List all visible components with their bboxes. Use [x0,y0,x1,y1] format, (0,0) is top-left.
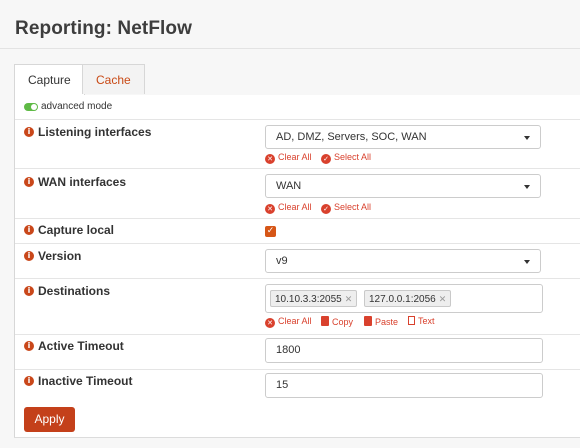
capture-local-checkbox[interactable]: ✓ [265,226,276,237]
apply-button[interactable]: Apply [24,407,75,432]
remove-icon[interactable]: ✕ [345,294,353,304]
clear-icon: ✕ [265,318,275,328]
inactive-timeout-input[interactable]: 15 [265,373,543,398]
advanced-mode-toggle[interactable] [24,103,38,111]
clear-icon: ✕ [265,204,275,214]
chevron-down-icon [524,136,530,140]
page-title: Reporting: NetFlow [15,18,193,39]
text-link[interactable]: Text [408,316,435,326]
title-divider [0,48,580,49]
info-icon[interactable]: i [24,177,34,187]
version-select[interactable]: v9 [265,249,541,273]
clear-all-link[interactable]: ✕ Clear All [265,152,312,164]
version-label: Version [38,249,82,263]
tab-capture[interactable]: Capture [14,64,85,96]
version-value: v9 [276,255,288,267]
active-timeout-label: Active Timeout [38,339,124,353]
check-icon: ✓ [321,204,331,214]
inactive-timeout-row: i Inactive Timeout 15 [15,370,580,404]
chevron-down-icon [524,260,530,264]
capture-local-row: i Capture local ✓ [15,219,580,244]
info-icon[interactable]: i [24,251,34,261]
destinations-label: Destinations [38,284,111,298]
info-icon[interactable]: i [24,286,34,296]
destination-token[interactable]: 127.0.0.1:2056 ✕ [364,290,452,307]
listening-interfaces-label: Listening interfaces [38,125,152,139]
info-icon[interactable]: i [24,376,34,386]
info-icon[interactable]: i [24,341,34,351]
document-icon [408,316,415,325]
info-icon[interactable]: i [24,225,34,235]
listening-interfaces-row: i Listening interfaces AD, DMZ, Servers,… [15,120,580,169]
destination-token[interactable]: 10.10.3.3:2055 ✕ [270,290,358,307]
paste-link[interactable]: Paste [364,316,398,327]
paste-icon [364,316,372,326]
wan-interfaces-row: i WAN interfaces WAN ✕ Clear All ✓ Select … [15,169,580,219]
advanced-mode-label: advanced mode [41,101,113,112]
info-icon[interactable]: i [24,127,34,137]
advanced-mode-row: advanced mode [15,95,580,120]
chevron-down-icon [524,185,530,189]
check-icon: ✓ [321,154,331,164]
listening-interfaces-value: AD, DMZ, Servers, SOC, WAN [276,131,427,143]
version-row: i Version v9 [15,244,580,279]
select-all-link[interactable]: ✓ Select All [321,202,371,214]
wan-interfaces-value: WAN [276,180,302,192]
tab-cache[interactable]: Cache [82,64,145,94]
clear-all-link[interactable]: ✕ Clear All [265,316,312,328]
form-bottom-border [14,437,580,438]
copy-link[interactable]: Copy [321,316,353,327]
destinations-input[interactable]: 10.10.3.3:2055 ✕ 127.0.0.1:2056 ✕ [265,284,543,313]
tab-bar: Capture Cache [14,64,580,96]
capture-form: advanced mode i Listening interfaces AD,… [14,95,580,438]
select-all-link[interactable]: ✓ Select All [321,152,371,164]
wan-interfaces-label: WAN interfaces [38,175,127,189]
capture-local-label: Capture local [38,223,115,237]
remove-icon[interactable]: ✕ [439,294,447,304]
clear-icon: ✕ [265,154,275,164]
listening-interfaces-select[interactable]: AD, DMZ, Servers, SOC, WAN [265,125,541,149]
destinations-row: i Destinations 10.10.3.3:2055 ✕ 127.0.0.1… [15,279,580,335]
active-timeout-row: i Active Timeout 1800 [15,335,580,370]
copy-icon [321,316,329,326]
wan-interfaces-select[interactable]: WAN [265,174,541,198]
clear-all-link[interactable]: ✕ Clear All [265,202,312,214]
active-timeout-input[interactable]: 1800 [265,338,543,363]
inactive-timeout-label: Inactive Timeout [38,374,133,388]
